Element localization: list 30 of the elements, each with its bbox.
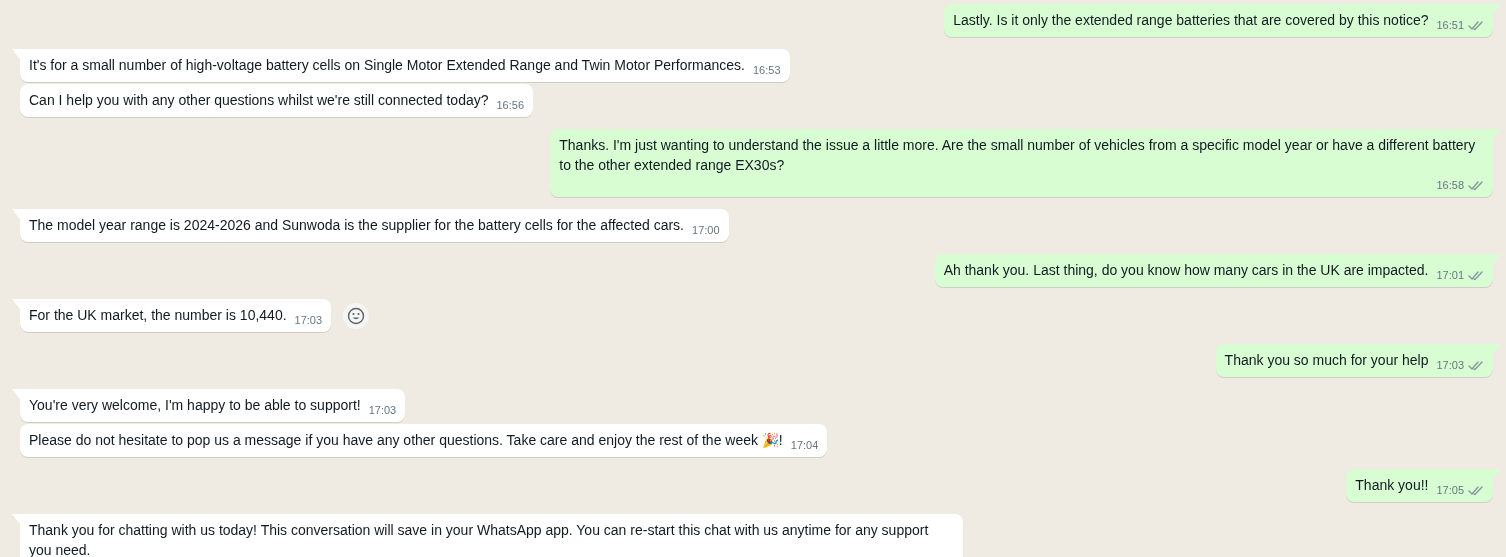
message-time: 17:03 xyxy=(1436,358,1464,373)
message-time: 16:58 xyxy=(1436,178,1464,193)
message-text: You're very welcome, I'm happy to be able to support! xyxy=(29,396,361,415)
emoji-reaction-button[interactable] xyxy=(343,302,370,329)
message-text: Please do not hesitate to pop us a message if you have any other questions. Take care and enjoy the rest of the week 🎉! xyxy=(29,431,783,450)
double-check-icon xyxy=(1468,485,1484,496)
smiley-icon xyxy=(347,306,366,325)
message-time: 16:56 xyxy=(496,98,524,113)
message-time: 16:51 xyxy=(1436,18,1464,33)
message-time: 17:03 xyxy=(294,313,323,328)
double-check-icon xyxy=(1468,180,1484,191)
message-text: Lastly. Is it only the extended range batteries that are covered by this notice? xyxy=(953,11,1429,30)
message-text: It's for a small number of high-voltage battery cells on Single Motor Extended Range and Twin Motor Performances. xyxy=(29,56,745,75)
message-text: The model year range is 2024-2026 and Sunwoda is the supplier for the battery cells for the affected cars. xyxy=(29,216,684,235)
double-check-icon xyxy=(1468,360,1484,371)
message-text: Thank you!! xyxy=(1355,476,1429,495)
message-time: 17:03 xyxy=(368,403,397,418)
message-text: Thanks. I'm just wanting to understand the issue a little more. Are the small number of vehicles from a specific model year or have a different battery to the other extended range EX30s? xyxy=(559,136,1477,175)
message-time: 17:01 xyxy=(1436,268,1464,283)
message-time: 17:00 xyxy=(692,223,720,238)
message-text: Thank you for chatting with us today! This conversation will save in your WhatsApp app. You can re-start this chat with us anytime for any support you need. xyxy=(29,521,930,557)
message-text: Can I help you with any other questions whilst we're still connected today? xyxy=(29,91,489,110)
double-check-icon xyxy=(1468,20,1484,31)
message-time: 16:53 xyxy=(753,63,781,78)
double-check-icon xyxy=(1468,270,1484,281)
message-text: Thank you so much for your help xyxy=(1224,351,1429,370)
message-text: Ah thank you. Last thing, do you know how many cars in the UK are impacted. xyxy=(943,261,1429,280)
message-text: For the UK market, the number is 10,440. xyxy=(29,306,287,325)
message-time: 17:05 xyxy=(1436,483,1464,498)
message-time: 17:04 xyxy=(790,438,819,453)
